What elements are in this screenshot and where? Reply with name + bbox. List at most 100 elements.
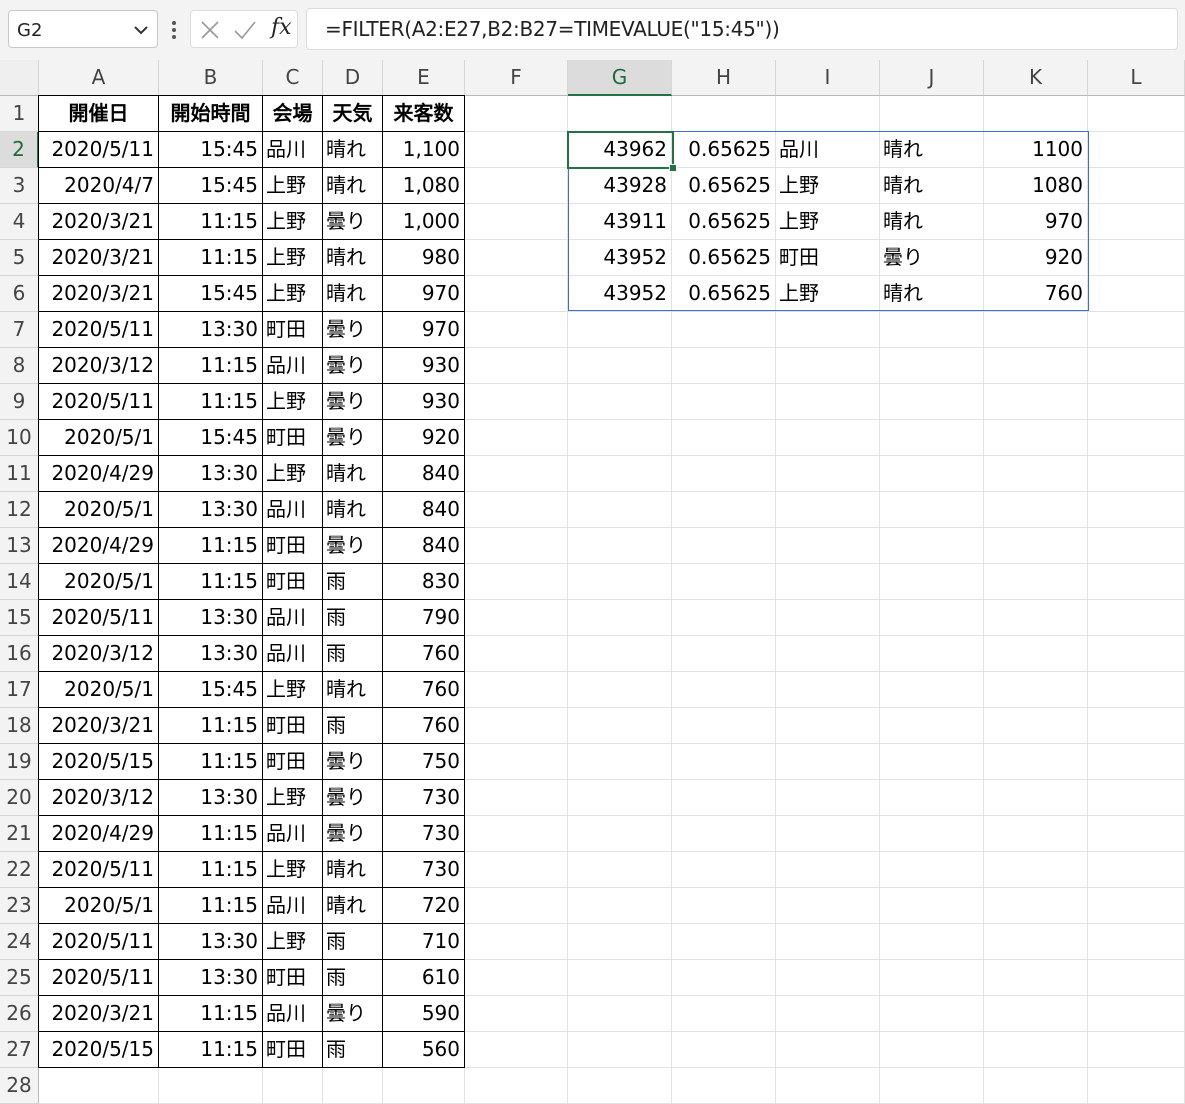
cell-G21[interactable] <box>568 816 672 852</box>
spill-cell-H2[interactable]: 0.65625 <box>672 132 776 168</box>
spill-cell-I5[interactable]: 町田 <box>776 240 880 276</box>
cell-B15[interactable]: 13:30 <box>159 600 263 636</box>
cell-A28[interactable] <box>39 1068 159 1104</box>
cell-K25[interactable] <box>984 960 1088 996</box>
cell-C8[interactable]: 品川 <box>263 348 323 384</box>
cell-A5[interactable]: 2020/3/21 <box>39 240 159 276</box>
table-header-E[interactable]: 来客数 <box>383 96 465 132</box>
cell-G8[interactable] <box>568 348 672 384</box>
cell-B19[interactable]: 11:15 <box>159 744 263 780</box>
cell-H12[interactable] <box>672 492 776 528</box>
cell-I9[interactable] <box>776 384 880 420</box>
cell-B17[interactable]: 15:45 <box>159 672 263 708</box>
cell-J1[interactable] <box>880 96 984 132</box>
column-header-j[interactable]: J <box>880 60 984 96</box>
cell-I1[interactable] <box>776 96 880 132</box>
cell-J18[interactable] <box>880 708 984 744</box>
cell-A22[interactable]: 2020/5/11 <box>39 852 159 888</box>
enter-check-icon[interactable] <box>233 19 257 41</box>
spill-cell-J4[interactable]: 晴れ <box>880 204 984 240</box>
cell-I24[interactable] <box>776 924 880 960</box>
column-header-h[interactable]: H <box>672 60 776 96</box>
cell-A16[interactable]: 2020/3/12 <box>39 636 159 672</box>
cell-H20[interactable] <box>672 780 776 816</box>
cell-I26[interactable] <box>776 996 880 1032</box>
cell-D10[interactable]: 曇り <box>323 420 383 456</box>
row-header-8[interactable]: 8 <box>0 348 39 384</box>
spill-cell-J5[interactable]: 曇り <box>880 240 984 276</box>
cell-G18[interactable] <box>568 708 672 744</box>
cell-F13[interactable] <box>465 528 568 564</box>
cell-B20[interactable]: 13:30 <box>159 780 263 816</box>
cell-F24[interactable] <box>465 924 568 960</box>
cell-E12[interactable]: 840 <box>383 492 465 528</box>
cell-L18[interactable] <box>1088 708 1185 744</box>
cell-E8[interactable]: 930 <box>383 348 465 384</box>
cell-E27[interactable]: 560 <box>383 1032 465 1068</box>
table-header-D[interactable]: 天気 <box>323 96 383 132</box>
cell-C5[interactable]: 上野 <box>263 240 323 276</box>
cell-E24[interactable]: 710 <box>383 924 465 960</box>
cell-G27[interactable] <box>568 1032 672 1068</box>
row-header-26[interactable]: 26 <box>0 996 39 1032</box>
cell-H9[interactable] <box>672 384 776 420</box>
cell-A10[interactable]: 2020/5/1 <box>39 420 159 456</box>
cell-K26[interactable] <box>984 996 1088 1032</box>
cell-C18[interactable]: 町田 <box>263 708 323 744</box>
cell-F25[interactable] <box>465 960 568 996</box>
cell-B9[interactable]: 11:15 <box>159 384 263 420</box>
cell-B6[interactable]: 15:45 <box>159 276 263 312</box>
row-header-13[interactable]: 13 <box>0 528 39 564</box>
spill-cell-G2[interactable]: 43962 <box>568 132 672 168</box>
cell-C25[interactable]: 町田 <box>263 960 323 996</box>
row-header-21[interactable]: 21 <box>0 816 39 852</box>
row-header-25[interactable]: 25 <box>0 960 39 996</box>
cell-H17[interactable] <box>672 672 776 708</box>
cell-L10[interactable] <box>1088 420 1185 456</box>
cell-L8[interactable] <box>1088 348 1185 384</box>
cell-K7[interactable] <box>984 312 1088 348</box>
cell-E16[interactable]: 760 <box>383 636 465 672</box>
cell-F22[interactable] <box>465 852 568 888</box>
row-header-2[interactable]: 2 <box>0 132 39 168</box>
cell-B3[interactable]: 15:45 <box>159 168 263 204</box>
cell-A23[interactable]: 2020/5/1 <box>39 888 159 924</box>
cell-J26[interactable] <box>880 996 984 1032</box>
cell-E2[interactable]: 1,100 <box>383 132 465 168</box>
cell-A8[interactable]: 2020/3/12 <box>39 348 159 384</box>
cell-I18[interactable] <box>776 708 880 744</box>
cell-B22[interactable]: 11:15 <box>159 852 263 888</box>
row-header-15[interactable]: 15 <box>0 600 39 636</box>
spill-cell-G3[interactable]: 43928 <box>568 168 672 204</box>
cell-G11[interactable] <box>568 456 672 492</box>
column-header-l[interactable]: L <box>1088 60 1185 96</box>
cell-E13[interactable]: 840 <box>383 528 465 564</box>
spill-cell-I3[interactable]: 上野 <box>776 168 880 204</box>
cell-F10[interactable] <box>465 420 568 456</box>
cell-J14[interactable] <box>880 564 984 600</box>
cell-H13[interactable] <box>672 528 776 564</box>
cell-K12[interactable] <box>984 492 1088 528</box>
cell-A25[interactable]: 2020/5/11 <box>39 960 159 996</box>
cell-F11[interactable] <box>465 456 568 492</box>
cell-A12[interactable]: 2020/5/1 <box>39 492 159 528</box>
cell-C13[interactable]: 町田 <box>263 528 323 564</box>
cell-C7[interactable]: 町田 <box>263 312 323 348</box>
cell-L24[interactable] <box>1088 924 1185 960</box>
cell-L19[interactable] <box>1088 744 1185 780</box>
name-box[interactable]: G2 <box>8 10 158 48</box>
cell-A6[interactable]: 2020/3/21 <box>39 276 159 312</box>
cell-G25[interactable] <box>568 960 672 996</box>
cell-F9[interactable] <box>465 384 568 420</box>
cell-K16[interactable] <box>984 636 1088 672</box>
cell-D11[interactable]: 晴れ <box>323 456 383 492</box>
cell-H10[interactable] <box>672 420 776 456</box>
spill-cell-J2[interactable]: 晴れ <box>880 132 984 168</box>
cell-D2[interactable]: 晴れ <box>323 132 383 168</box>
worksheet-grid[interactable]: A B C D E F G H I J K L 1 2 3 4 5 6 7 8 9 10 11 12 13 14 15 16 17 18 1… <box>0 60 1185 1104</box>
cell-D25[interactable]: 雨 <box>323 960 383 996</box>
column-header-c[interactable]: C <box>263 60 323 96</box>
cell-K21[interactable] <box>984 816 1088 852</box>
column-header-b[interactable]: B <box>159 60 263 96</box>
column-header-g[interactable]: G <box>568 60 672 96</box>
